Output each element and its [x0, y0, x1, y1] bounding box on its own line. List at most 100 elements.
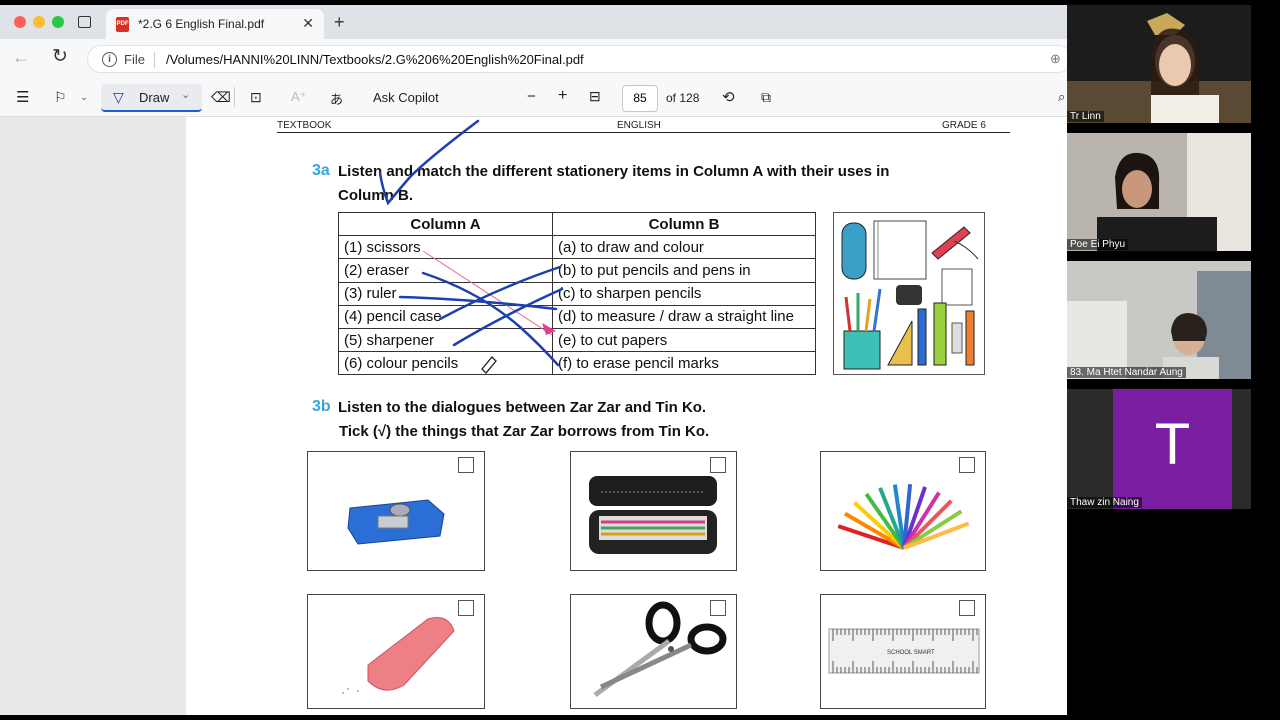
pdf-viewer[interactable]: TEXTBOOK ENGLISH GRADE 6 3a Listen and m… [0, 117, 1067, 715]
column-b-cell: (f) to erase pencil marks [552, 351, 816, 376]
page-view-icon[interactable]: ⧉ [761, 89, 771, 106]
page-total: of 128 [666, 91, 700, 105]
participant-name: 83. Ma Htet Nandar Aung [1067, 367, 1186, 378]
chevron-down-icon: ⌄ [181, 89, 191, 101]
participant-tile[interactable]: 83. Ma Htet Nandar Aung [1067, 261, 1251, 379]
column-a-header: Column A [338, 211, 553, 237]
column-b-header: Column B [552, 211, 816, 237]
scheme-label: File [124, 52, 145, 67]
eraser-image [342, 617, 455, 694]
rotate-icon[interactable]: ⟲ [722, 88, 735, 106]
pdf-toolbar: ☰ ⚐ ⌄ ▽ Draw ⌄ ⌫ ⊡ A⁺ あ Ask Copilot − + … [0, 79, 1067, 117]
refresh-icon[interactable]: ↻ [52, 45, 68, 68]
column-a-cell: (1) scissors [338, 235, 553, 260]
draw-button[interactable]: ▽ Draw ⌄ [101, 84, 202, 112]
ask-copilot-button[interactable]: Ask Copilot [373, 90, 439, 105]
separator [154, 52, 155, 68]
stationery-drawing [841, 220, 979, 370]
header-right: GRADE 6 [942, 120, 986, 131]
info-icon[interactable]: i [102, 52, 117, 67]
participant-tile[interactable]: T Thaw zin Naing [1067, 389, 1251, 509]
column-a-cell: (4) pencil case [338, 304, 553, 329]
table-row: (1) scissors (a) to draw and colour [338, 235, 816, 260]
column-a-cell: (3) ruler [338, 281, 553, 306]
table-row: (2) eraser (b) to put pencils and pens in [338, 258, 816, 283]
table-header-row: Column A Column B [338, 211, 816, 237]
table-row: (3) ruler (c) to sharpen pencils [338, 281, 816, 306]
sharpener-card [307, 451, 485, 571]
stationery-illustration [833, 212, 985, 375]
pdf-page: TEXTBOOK ENGLISH GRADE 6 3a Listen and m… [186, 117, 1067, 715]
text-box-icon[interactable]: ⊡ [250, 89, 262, 106]
participant-tile[interactable]: Poe Ei Phyu [1067, 133, 1251, 251]
column-a-cell: (2) eraser [338, 258, 553, 283]
colour-pencils-card [820, 451, 986, 571]
eraser-icon[interactable]: ⌫ [211, 89, 231, 106]
scissors-card [570, 594, 737, 709]
matching-table: Column A Column B (1) scissors (a) to dra… [338, 211, 816, 376]
ruler-brand: SCHOOL SMART [887, 650, 935, 656]
q3a-instruction-line1: Listen and match the different stationer… [338, 163, 890, 180]
pen-icon: ▽ [113, 89, 124, 105]
participant-name: Poe Ei Phyu [1067, 239, 1129, 250]
q3b-instruction-line1: Listen to the dialogues between Zar Zar … [338, 399, 707, 416]
avatar-initial: T [1154, 412, 1191, 477]
avatar: T [1113, 389, 1232, 509]
address-bar[interactable]: i File /Volumes/HANNI%20LINN/Textbooks/2… [87, 45, 1067, 73]
separator [234, 87, 235, 107]
eraser-card [307, 594, 485, 709]
zoom-out-button[interactable]: − [527, 88, 536, 105]
q3a-instruction-line2: Column B. [338, 187, 413, 204]
participant-tile[interactable]: Tr Linn [1067, 5, 1251, 123]
back-icon[interactable]: ← [12, 47, 30, 68]
column-a-cell: (5) sharpener [338, 327, 553, 353]
close-tab-icon[interactable]: ✕ [302, 15, 314, 32]
pencil-case-image [589, 476, 717, 554]
colour-pencils-image [837, 484, 970, 550]
column-b-cell: (a) to draw and colour [552, 235, 816, 260]
url-text[interactable]: /Volumes/HANNI%20LINN/Textbooks/2.G%206%… [166, 52, 584, 67]
tab-actions-icon[interactable] [78, 16, 91, 28]
question-number-3b: 3b [312, 398, 331, 415]
page-number-input[interactable]: 85 [622, 85, 658, 112]
new-tab-button[interactable]: + [334, 12, 345, 33]
minimize-window-button[interactable] [33, 16, 45, 28]
scissors-image [593, 601, 727, 698]
zoom-in-button[interactable]: + [558, 87, 567, 105]
ruler-image: SCHOOL SMART [828, 628, 980, 674]
search-icon[interactable]: ⌕ [1058, 89, 1065, 105]
video-feed [1067, 133, 1251, 251]
video-feed [1067, 5, 1251, 123]
column-b-cell: (d) to measure / draw a straight line [552, 304, 816, 329]
table-row: (5) sharpener (e) to cut papers [338, 327, 816, 353]
tab-title: *2.G 6 English Final.pdf [138, 17, 265, 31]
browser-window: PDF *2.G 6 English Final.pdf ✕ + ← ↻ i F… [0, 5, 1067, 715]
address-bar-row: ← ↻ i File /Volumes/HANNI%20LINN/Textboo… [0, 39, 1067, 79]
question-number-3a: 3a [312, 162, 330, 179]
column-b-cell: (c) to sharpen pencils [552, 281, 816, 306]
zoom-icon[interactable]: ⊕ [1050, 51, 1061, 67]
pencil-case-card [570, 451, 737, 571]
participant-name: Thaw zin Naing [1067, 497, 1142, 508]
tab-pdf[interactable]: PDF *2.G 6 English Final.pdf ✕ [106, 9, 324, 39]
translate-icon[interactable]: あ [330, 89, 343, 108]
highlight-icon[interactable]: ⚐ [54, 89, 67, 106]
table-row: (4) pencil case (d) to measure / draw a s… [338, 304, 816, 329]
sharpener-image [347, 499, 445, 545]
q3b-instruction-line2: Tick (√) the things that Zar Zar borrows… [339, 423, 710, 440]
pdf-icon: PDF [116, 17, 129, 32]
ruler-card: SCHOOL SMART [820, 594, 986, 709]
read-aloud-icon: A⁺ [291, 89, 307, 104]
maximize-window-button[interactable] [52, 16, 64, 28]
participant-name: Tr Linn [1067, 111, 1104, 122]
fit-page-icon[interactable]: ⊟ [589, 88, 601, 105]
table-row: (6) colour pencils (f) to erase pencil ma… [338, 351, 816, 376]
chevron-down-icon[interactable]: ⌄ [80, 92, 88, 103]
contents-icon[interactable]: ☰ [16, 88, 29, 106]
column-a-cell: (6) colour pencils [338, 351, 553, 376]
column-b-cell: (e) to cut papers [552, 327, 816, 353]
header-center: ENGLISH [617, 120, 661, 131]
header-rule [277, 132, 1010, 133]
draw-label: Draw [139, 90, 170, 105]
close-window-button[interactable] [14, 16, 26, 28]
